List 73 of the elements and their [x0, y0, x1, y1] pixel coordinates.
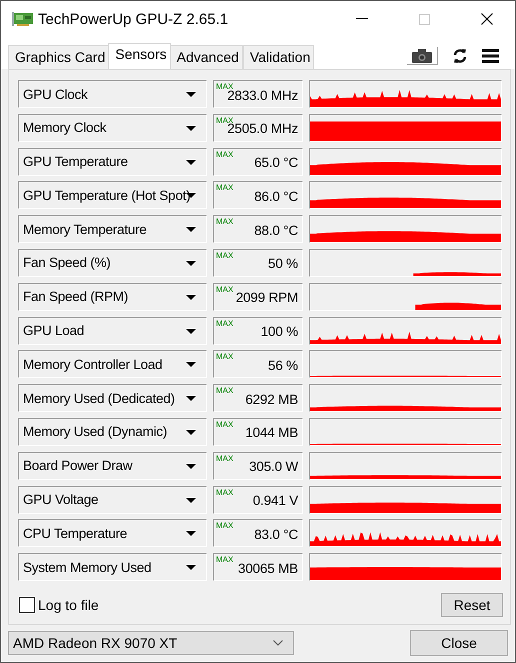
max-label: MAX: [216, 454, 234, 463]
dropdown-arrow-icon: [186, 260, 196, 266]
dropdown-arrow-icon: [186, 430, 196, 435]
max-label: MAX: [216, 352, 234, 362]
sensor-dropdown[interactable]: Fan Speed (RPM): [18, 282, 207, 311]
dropdown-arrow-icon: [186, 498, 196, 503]
sensor-value: 88.0 °C: [254, 222, 298, 238]
sensor-dropdown[interactable]: GPU Clock: [18, 80, 207, 108]
sensor-value: 83.0 °C: [254, 526, 298, 542]
camera-button[interactable]: [407, 47, 438, 65]
dropdown-arrow-icon: [186, 531, 196, 536]
max-label: MAX: [216, 521, 234, 530]
sensor-dropdown[interactable]: GPU Temperature: [18, 148, 207, 176]
menu-icon[interactable]: [482, 49, 499, 63]
sensor-value: 56 %: [268, 356, 298, 373]
sensor-dropdown[interactable]: GPU Voltage: [18, 486, 207, 514]
dropdown-arrow-icon: [186, 328, 196, 334]
sensor-value: 305.0 W: [249, 458, 298, 474]
sensor-value: 6292 MB: [245, 390, 298, 407]
dropdown-arrow-icon: [186, 464, 196, 469]
dropdown-arrow-icon: [186, 160, 196, 165]
chevron-icon: [273, 640, 283, 646]
dropdown-arrow-icon: [186, 565, 196, 570]
max-label: MAX: [216, 217, 234, 226]
sensor-value: 1044 MB: [245, 424, 298, 440]
max-label: MAX: [216, 488, 234, 497]
close-icon[interactable]: [481, 13, 493, 25]
sensor-dropdown[interactable]: System Memory Used: [18, 553, 207, 582]
reset-button[interactable]: Reset: [441, 593, 503, 618]
refresh-icon[interactable]: [452, 48, 468, 64]
sensor-dropdown[interactable]: Memory Used (Dynamic): [18, 418, 207, 446]
sensor-dropdown[interactable]: Fan Speed (%): [18, 248, 207, 277]
dropdown-arrow-icon: [186, 362, 196, 368]
max-label: MAX: [216, 284, 234, 294]
dropdown-arrow-icon: [186, 126, 196, 131]
dropdown-arrow-icon: [186, 92, 196, 97]
sensor-value: 86.0 °C: [254, 188, 298, 204]
sensor-dropdown[interactable]: Memory Used (Dedicated): [18, 384, 207, 412]
dropdown-arrow-icon: [186, 396, 196, 402]
max-label: MAX: [216, 82, 234, 91]
max-label: MAX: [216, 420, 234, 429]
max-label: MAX: [216, 150, 234, 159]
sensor-value: 30065 MB: [238, 560, 298, 576]
max-label: MAX: [216, 183, 234, 192]
sensor-value: 65.0 °C: [254, 154, 298, 170]
log-to-file-label[interactable]: Log to file: [38, 597, 99, 614]
minimize-icon[interactable]: [356, 18, 368, 20]
tab[interactable]: Validation: [242, 45, 314, 69]
max-label: MAX: [216, 318, 234, 328]
sensor-dropdown[interactable]: CPU Temperature: [18, 519, 207, 548]
sensor-dropdown[interactable]: Board Power Draw: [18, 452, 207, 480]
tab[interactable]: Graphics Card: [8, 45, 110, 69]
tab[interactable]: Advanced: [170, 45, 243, 69]
sensor-dropdown[interactable]: GPU Temperature (Hot Spot): [18, 181, 207, 210]
graphics-card-icon: [12, 11, 34, 27]
sensor-dropdown[interactable]: GPU Load: [18, 316, 207, 345]
sensor-value: 2099 RPM: [236, 289, 298, 306]
sensor-dropdown[interactable]: Memory Controller Load: [18, 350, 207, 378]
window-title: TechPowerUp GPU-Z 2.65.1: [38, 10, 230, 28]
dropdown-arrow-icon: [186, 294, 196, 300]
close-button[interactable]: Close: [410, 630, 508, 656]
max-label: MAX: [216, 116, 234, 125]
max-label: MAX: [216, 250, 234, 260]
log-checkbox[interactable]: [19, 597, 35, 614]
dropdown-arrow-icon: [186, 227, 196, 232]
max-label: MAX: [216, 555, 234, 564]
sensor-value: 0.941 V: [252, 492, 298, 508]
gpu-select[interactable]: AMD Radeon RX 9070 XT: [8, 631, 294, 655]
max-label: MAX: [216, 386, 234, 396]
sensor-value: 100 %: [260, 323, 298, 340]
sensor-dropdown[interactable]: Memory Temperature: [18, 215, 207, 244]
sensor-dropdown[interactable]: Memory Clock: [18, 114, 207, 142]
sensor-value: 50 %: [268, 255, 298, 272]
